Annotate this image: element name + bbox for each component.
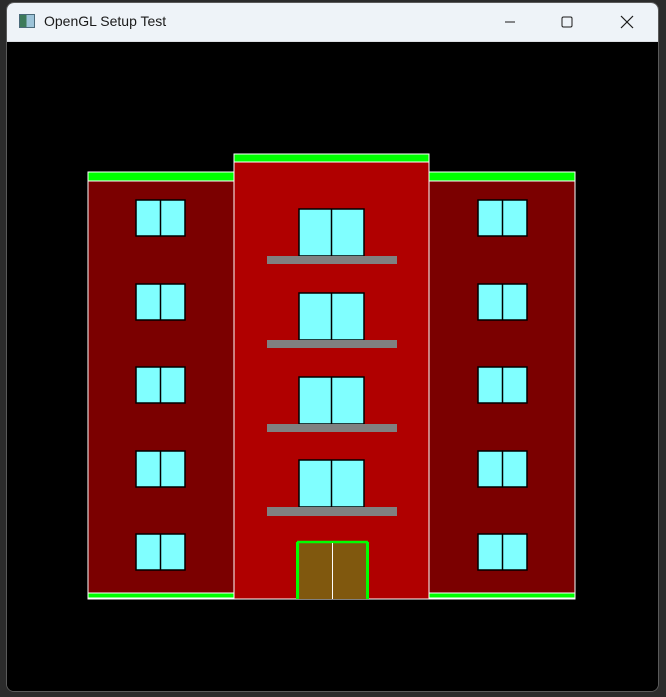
window [135, 533, 186, 571]
app-icon [19, 14, 35, 28]
window [135, 283, 186, 321]
left-roof-trim [87, 171, 235, 182]
balcony [267, 424, 397, 432]
minimize-icon [505, 21, 515, 23]
balcony [267, 340, 397, 348]
window [135, 366, 186, 404]
minimize-button[interactable] [487, 3, 533, 41]
maximize-icon [561, 16, 573, 28]
window [135, 450, 186, 488]
window [298, 459, 365, 508]
window-title: OpenGL Setup Test [44, 13, 167, 29]
maximize-button[interactable] [544, 3, 590, 41]
center-roof-trim [233, 153, 430, 163]
window [477, 366, 528, 404]
entrance-door [296, 540, 369, 599]
close-icon [620, 15, 634, 29]
window [477, 283, 528, 321]
left-base-trim [87, 592, 235, 599]
title-bar[interactable]: OpenGL Setup Test [7, 3, 658, 42]
app-window: OpenGL Setup Test [6, 2, 659, 692]
window [477, 450, 528, 488]
window [298, 292, 365, 341]
right-base-trim [428, 592, 576, 599]
window [477, 199, 528, 237]
right-roof-trim [428, 171, 576, 182]
balcony [267, 256, 397, 264]
building-scene [87, 153, 576, 600]
window [298, 376, 365, 425]
window [298, 208, 365, 257]
close-button[interactable] [604, 3, 650, 41]
window [477, 533, 528, 571]
balcony [267, 507, 397, 516]
opengl-canvas[interactable] [7, 42, 658, 691]
window [135, 199, 186, 237]
